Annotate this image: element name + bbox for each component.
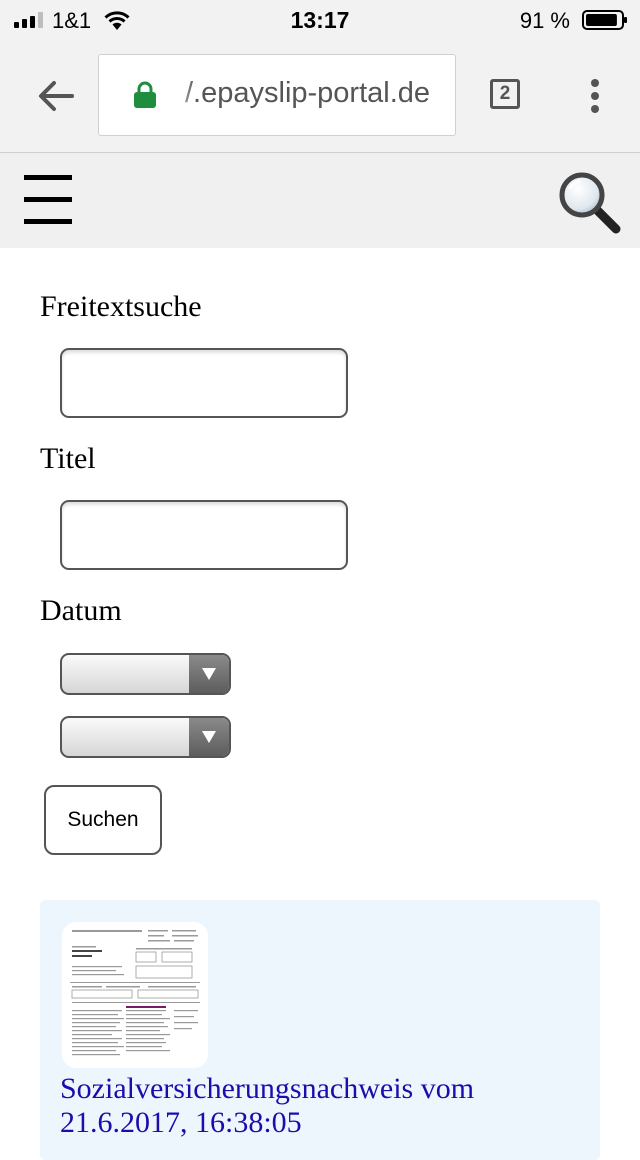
date-from-select[interactable] <box>60 653 231 695</box>
url-text: /.epayslip-portal.de <box>185 77 431 109</box>
address-bar[interactable]: /.epayslip-portal.de <box>98 54 456 136</box>
magnifier-icon[interactable] <box>556 169 622 235</box>
freitext-label: Freitextsuche <box>40 290 202 323</box>
site-header <box>0 153 640 248</box>
lock-icon <box>134 81 156 108</box>
battery-icon <box>582 10 627 30</box>
battery-percentage: 91 % <box>519 8 570 33</box>
document-preview-image <box>70 930 200 1056</box>
hamburger-menu-icon[interactable] <box>24 173 72 225</box>
titel-label: Titel <box>40 442 96 475</box>
browser-toolbar: /.epayslip-portal.de 2 <box>0 40 640 153</box>
url-fade <box>169 55 195 135</box>
date-to-select[interactable] <box>60 716 231 758</box>
datum-label: Datum <box>40 594 122 627</box>
result-title-link[interactable]: Sozialversicherungsnachweis vom 21.6.201… <box>60 1072 580 1140</box>
tab-switcher-button[interactable]: 2 <box>490 79 520 109</box>
more-menu-icon[interactable] <box>590 78 600 114</box>
chevron-down-icon <box>189 655 229 693</box>
back-arrow-icon[interactable] <box>36 76 76 116</box>
search-button[interactable]: Suchen <box>44 785 162 855</box>
status-bar: 1&1 13:17 91 % <box>0 0 640 40</box>
chevron-down-icon <box>189 718 229 756</box>
document-thumbnail[interactable] <box>62 922 208 1068</box>
freitext-input[interactable] <box>60 348 348 418</box>
titel-input[interactable] <box>60 500 348 570</box>
result-card: Sozialversicherungsnachweis vom 21.6.201… <box>40 900 600 1160</box>
